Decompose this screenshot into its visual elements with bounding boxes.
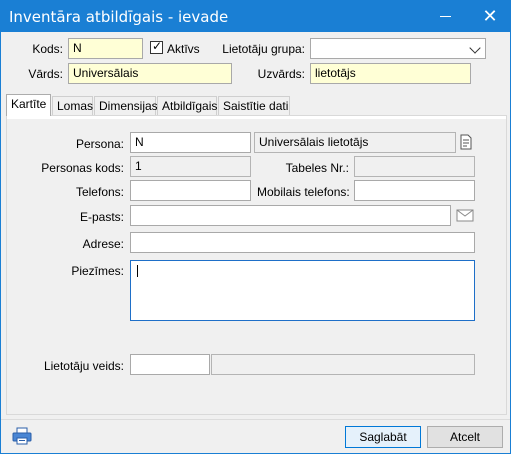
persona-name-field: Universālais lietotājs xyxy=(254,132,456,153)
chevron-down-icon xyxy=(469,42,481,54)
minimize-icon xyxy=(440,16,451,17)
persona-label: Persona: xyxy=(75,137,124,151)
panel-header-strip xyxy=(6,115,507,119)
piezimes-textarea[interactable] xyxy=(130,260,475,321)
grupa-dropdown[interactable] xyxy=(310,38,486,59)
close-icon: ✕ xyxy=(482,6,498,26)
uzvards-input[interactable]: lietotājs xyxy=(310,63,471,84)
epasts-label: E-pasts: xyxy=(79,210,124,224)
tab-atbildigais[interactable]: Atbildīgais xyxy=(157,96,217,115)
mobilais-label: Mobilais telefons: xyxy=(257,185,350,199)
veids-code-input[interactable] xyxy=(130,354,210,375)
aktivs-label: Aktīvs xyxy=(167,42,200,56)
checkmark-icon: ✓ xyxy=(152,39,163,53)
adrese-label: Adrese: xyxy=(82,237,124,251)
piezimes-label: Piezīmes: xyxy=(71,264,124,278)
save-button[interactable]: Saglabāt xyxy=(345,426,421,448)
persona-code-input[interactable]: N xyxy=(130,132,251,153)
cancel-button[interactable]: Atcelt xyxy=(427,426,503,448)
adrese-input[interactable] xyxy=(130,232,475,253)
envelope-icon[interactable] xyxy=(456,209,474,222)
dialog-window: Inventāra atbildīgais - ievade ✕ Kods: N… xyxy=(0,0,511,454)
grupa-label: Lietotāju grupa: xyxy=(222,42,305,56)
footer-separator xyxy=(1,419,510,420)
personas-kods-label: Personas kods: xyxy=(41,161,124,175)
vards-input[interactable]: Universālais xyxy=(68,63,232,84)
printer-icon[interactable] xyxy=(12,427,32,445)
mobilais-input[interactable] xyxy=(354,180,475,201)
document-lookup-icon[interactable] xyxy=(459,134,473,150)
tab-dimensijas[interactable]: Dimensijas xyxy=(94,96,158,115)
minimize-button[interactable] xyxy=(429,1,463,32)
telefons-input[interactable] xyxy=(130,180,251,201)
window-title: Inventāra atbildīgais - ievade xyxy=(9,8,229,26)
tab-lomas[interactable]: Lomas xyxy=(52,96,93,115)
tab-kartite[interactable]: Kartīte xyxy=(6,94,51,116)
tabeles-field xyxy=(354,156,475,177)
veids-label: Lietotāju veids: xyxy=(43,359,124,373)
telefons-label: Telefons: xyxy=(75,185,124,199)
text-cursor xyxy=(137,265,138,277)
close-button[interactable]: ✕ xyxy=(473,1,507,32)
kods-label: Kods: xyxy=(32,42,63,56)
title-bar[interactable]: Inventāra atbildīgais - ievade ✕ xyxy=(1,1,510,32)
uzvards-label: Uzvārds: xyxy=(257,67,305,81)
kods-input[interactable]: N xyxy=(68,38,143,59)
personas-kods-field: 1 xyxy=(130,156,251,177)
aktivs-checkbox[interactable]: ✓ xyxy=(150,39,163,54)
veids-name-field xyxy=(211,354,475,375)
tab-saistitie-dati[interactable]: Saistītie dati xyxy=(218,96,290,115)
tabeles-label: Tabeles Nr.: xyxy=(285,161,349,175)
vards-label: Vārds: xyxy=(28,67,63,81)
epasts-input[interactable] xyxy=(130,205,451,226)
